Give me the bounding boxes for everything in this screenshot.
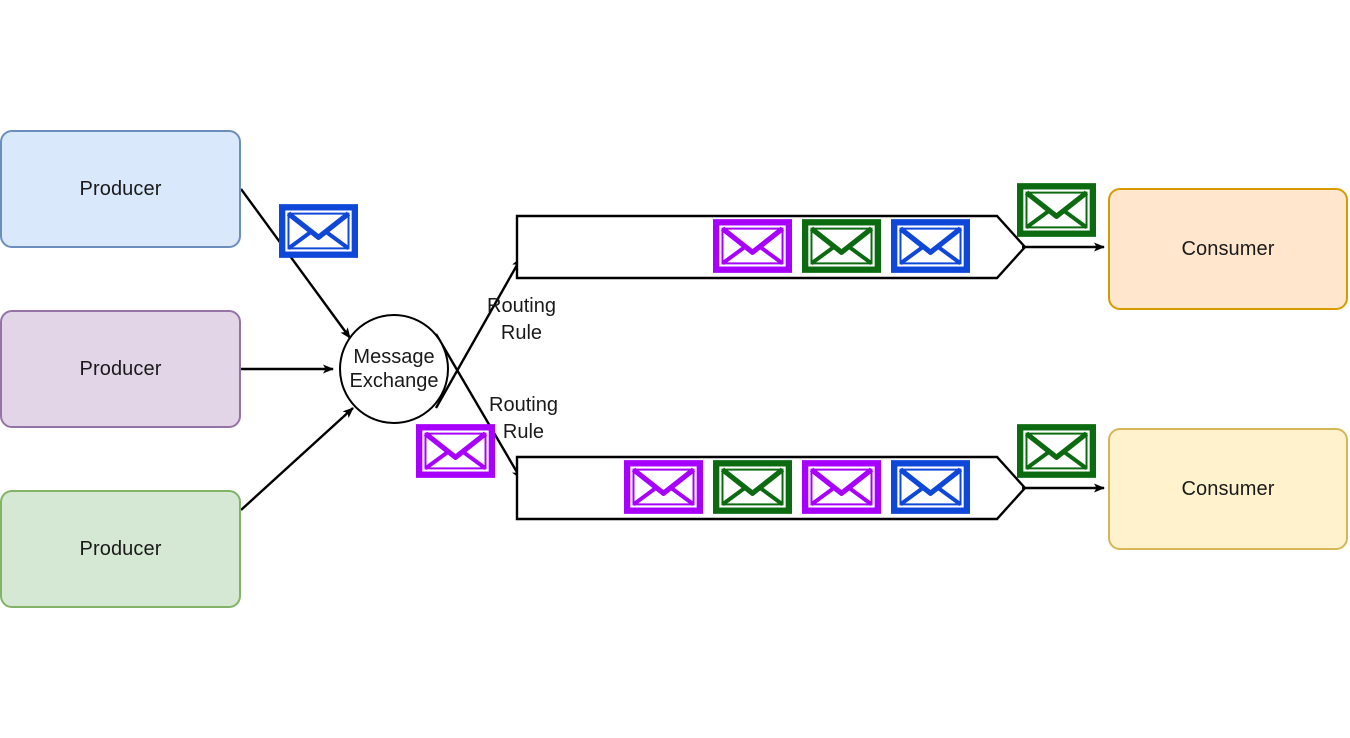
producer-node-1-label: Producer	[79, 177, 162, 200]
producer-node-3-label: Producer	[79, 537, 162, 560]
queue-bottom-message-1-purple-icon	[624, 460, 703, 514]
queue-top-message-1-purple-icon	[713, 219, 792, 273]
consumer-node-2[interactable]: Consumer	[1108, 428, 1348, 550]
routing-rule-top-line2: Rule	[500, 322, 543, 344]
queue-top-message-2-green-icon	[802, 219, 881, 273]
producer-message-blue-icon	[279, 204, 358, 258]
consumer-node-2-label: Consumer	[1181, 477, 1275, 500]
consumer-node-1-label: Consumer	[1181, 237, 1275, 260]
queue-bottom-message-3-purple-icon	[802, 460, 881, 514]
routing-rule-label-top: Routing Rule	[487, 293, 556, 347]
exchange-message-purple-icon	[416, 424, 495, 478]
producer-node-2[interactable]: Producer	[0, 310, 241, 428]
consumer-node-1[interactable]: Consumer	[1108, 188, 1348, 310]
routing-rule-bottom-line1: Routing	[489, 394, 558, 416]
routing-rule-label-bottom: Routing Rule	[489, 392, 558, 446]
routing-rule-top-line1: Routing	[487, 295, 556, 317]
producer-node-2-label: Producer	[79, 357, 162, 380]
message-exchange-node[interactable]: Message Exchange	[339, 314, 449, 424]
queue-top-message-3-blue-icon	[891, 219, 970, 273]
message-exchange-label-line2: Exchange	[349, 370, 439, 392]
message-exchange-label-line1: Message	[353, 345, 435, 368]
queue-bottom-message-4-blue-icon	[891, 460, 970, 514]
edge-producer3-to-exchange	[240, 407, 354, 511]
producer-node-1[interactable]: Producer	[0, 130, 241, 248]
queue-top-output-message-green-icon	[1017, 183, 1096, 237]
queue-bottom-message-2-green-icon	[713, 460, 792, 514]
queue-bottom-output-message-green-icon	[1017, 424, 1096, 478]
routing-rule-bottom-line2: Rule	[502, 421, 545, 443]
producer-node-3[interactable]: Producer	[0, 490, 241, 608]
diagram-canvas: Producer Producer Producer Message Excha…	[0, 0, 1350, 738]
